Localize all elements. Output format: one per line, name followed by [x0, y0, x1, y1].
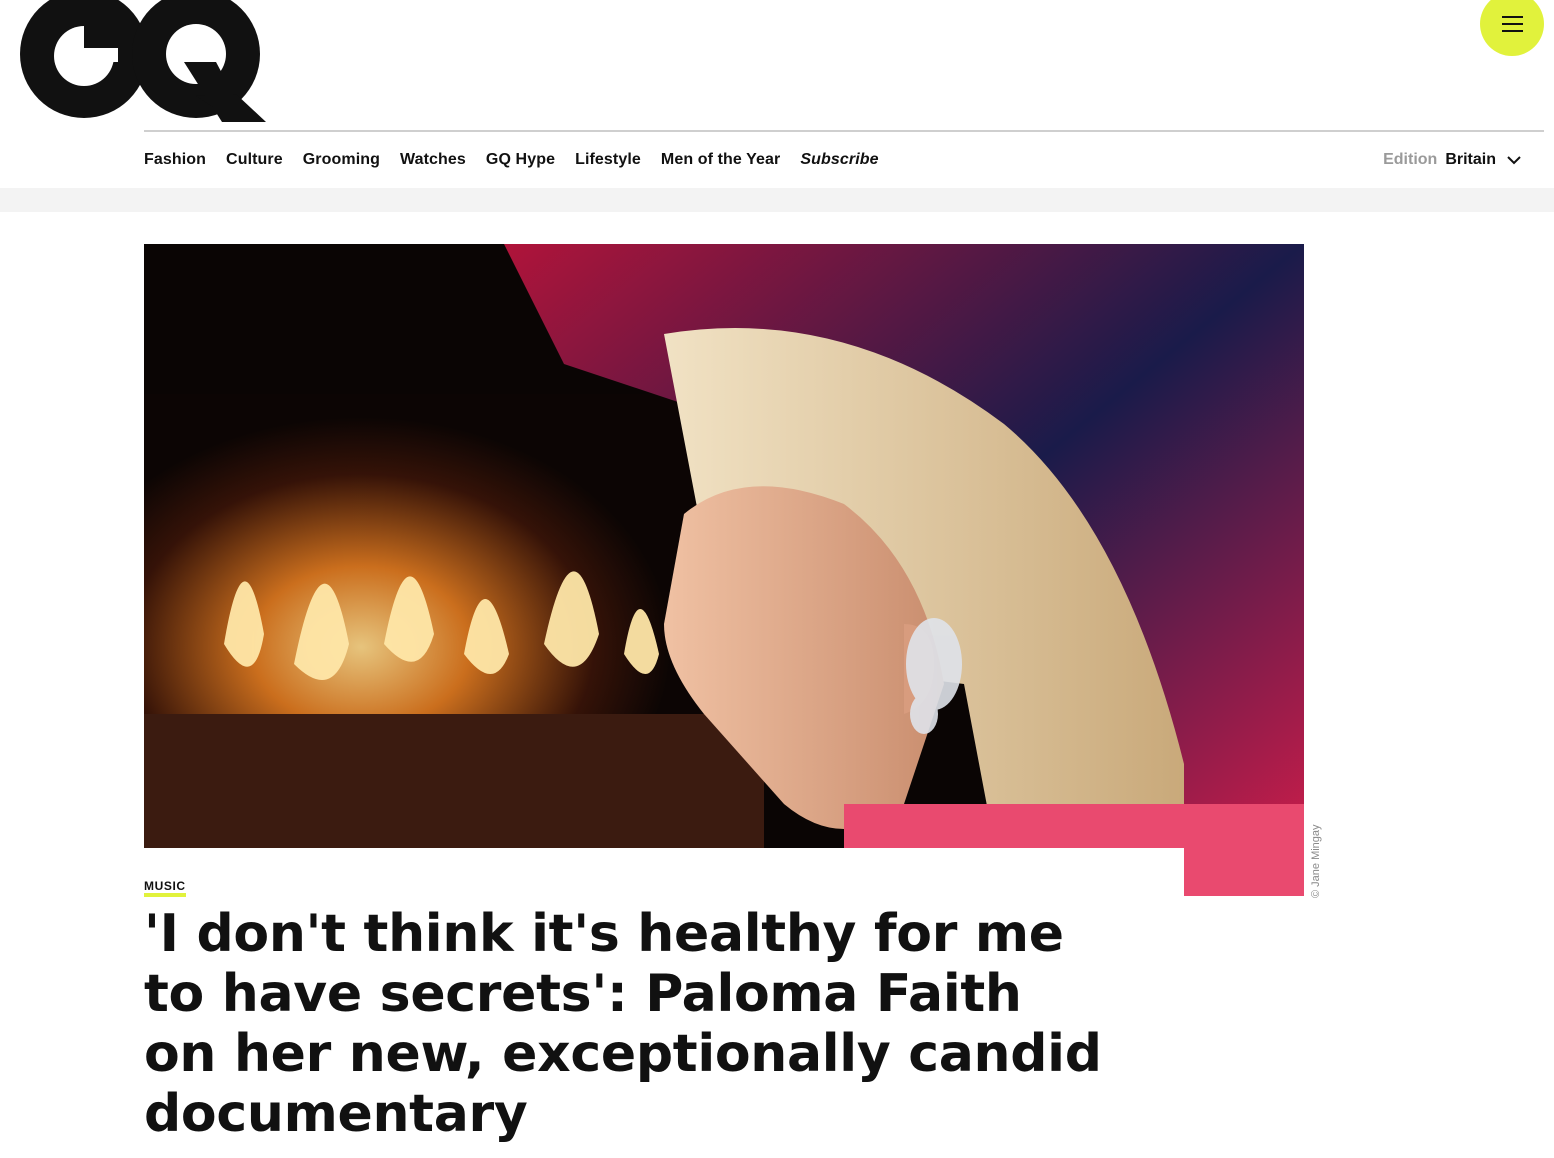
- main-nav: Fashion Culture Grooming Watches GQ Hype…: [144, 148, 899, 172]
- chevron-down-icon: [1507, 156, 1521, 165]
- nav-item-watches[interactable]: Watches: [400, 151, 466, 169]
- rubric-label[interactable]: MUSIC: [144, 880, 186, 897]
- edition-label: Edition: [1383, 151, 1438, 168]
- menu-button[interactable]: [1480, 0, 1544, 56]
- nav-divider: [144, 130, 1544, 132]
- edition-value: Britain: [1445, 151, 1496, 168]
- hamburger-icon: [1502, 16, 1523, 37]
- nav-item-grooming[interactable]: Grooming: [303, 151, 380, 169]
- hero-photo: [144, 244, 1304, 896]
- hero-mask: [144, 848, 1184, 896]
- nav-item-subscribe[interactable]: Subscribe: [800, 151, 878, 169]
- nav-item-fashion[interactable]: Fashion: [144, 151, 206, 169]
- nav-item-men-of-the-year[interactable]: Men of the Year: [661, 151, 780, 169]
- article-headline: 'I don't think it's healthy for me to ha…: [144, 904, 1102, 1144]
- hero-image: [144, 244, 1304, 896]
- header-band: [0, 188, 1554, 212]
- photo-credit: © Jane Mingay: [1310, 824, 1322, 898]
- edition-selector[interactable]: Edition Britain: [1383, 148, 1522, 172]
- nav-item-lifestyle[interactable]: Lifestyle: [575, 151, 641, 169]
- nav-item-culture[interactable]: Culture: [226, 151, 283, 169]
- gq-logo[interactable]: GQ: [16, 0, 266, 122]
- nav-item-gq-hype[interactable]: GQ Hype: [486, 151, 555, 169]
